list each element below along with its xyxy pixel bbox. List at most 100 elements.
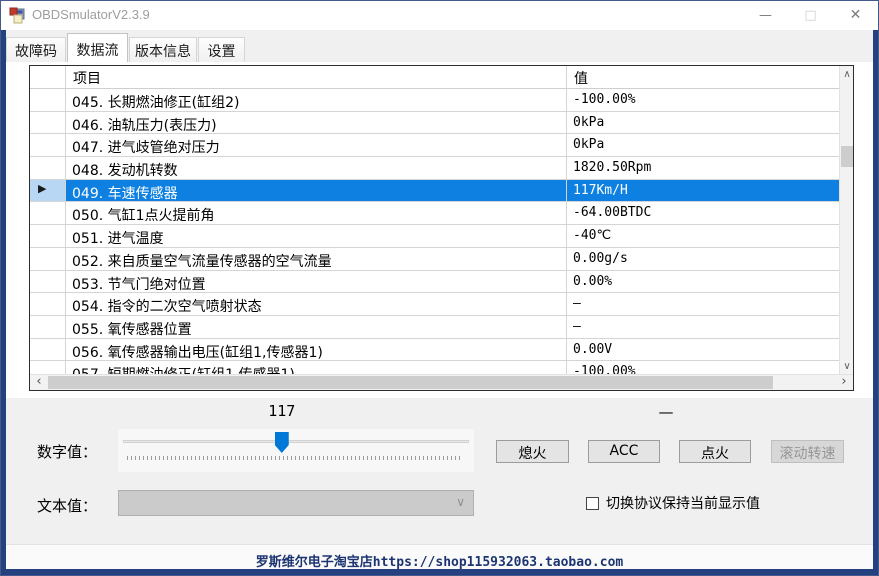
value-cell[interactable]: 1820.50Rpm <box>567 157 839 180</box>
tab-data-stream[interactable]: 数据流 <box>67 33 128 62</box>
title-bar: OBDSmulatorV2.3.9 — □ ✕ <box>1 1 878 30</box>
grid-header-item[interactable]: 项目 <box>66 66 567 89</box>
acc-button[interactable]: ACC <box>588 440 660 463</box>
slider-thumb[interactable] <box>275 432 289 453</box>
text-value-label: 文本值： <box>37 495 97 516</box>
text-value-combobox[interactable]: ∨ <box>118 490 474 516</box>
grid-header: 项目 值 <box>30 66 839 89</box>
maximize-button[interactable]: □ <box>788 1 833 30</box>
row-header[interactable]: ▶ <box>30 202 66 225</box>
item-cell[interactable]: 048. 发动机转数 <box>66 157 567 180</box>
value-cell[interactable]: 0kPa <box>567 112 839 135</box>
scroll-down-icon[interactable]: ∨ <box>840 359 854 374</box>
item-cell[interactable]: 054. 指令的二次空气喷射状态 <box>66 293 567 316</box>
slider-ticks <box>127 456 463 460</box>
item-cell[interactable]: 053. 节气门绝对位置 <box>66 271 567 294</box>
table-row[interactable]: ▶ 049. 车速传感器117Km/H <box>30 180 839 203</box>
rolling-rpm-button[interactable]: 滚动转速 <box>771 440 844 463</box>
scroll-left-icon[interactable]: ‹ <box>31 375 47 390</box>
keep-value-checkbox[interactable] <box>586 497 599 510</box>
grid-header-rowselector <box>30 66 66 89</box>
window-border-left <box>1 30 6 575</box>
value-cell[interactable]: -100.00% <box>567 361 839 375</box>
item-cell[interactable]: 055. 氧传感器位置 <box>66 316 567 339</box>
tab-fault-codes[interactable]: 故障码 <box>6 37 66 62</box>
value-cell[interactable]: -100.00% <box>567 89 839 112</box>
horizontal-scroll-thumb[interactable] <box>48 376 773 389</box>
row-header[interactable]: ▶ <box>30 361 66 375</box>
table-row[interactable]: ▶048. 发动机转数1820.50Rpm <box>30 157 839 180</box>
row-header[interactable]: ▶ <box>30 180 66 203</box>
ignition-button[interactable]: 点火 <box>679 440 751 463</box>
value-cell[interactable]: 117Km/H <box>567 180 839 203</box>
grid-header-value[interactable]: 值 <box>567 66 839 89</box>
table-row[interactable]: ▶051. 进气温度-40℃ <box>30 225 839 248</box>
row-header[interactable]: ▶ <box>30 316 66 339</box>
table-row[interactable]: ▶047. 进气歧管绝对压力0kPa <box>30 134 839 157</box>
table-row[interactable]: ▶050. 气缸1点火提前角-64.00BTDC <box>30 202 839 225</box>
keep-value-option: 切换协议保持当前显示值 <box>586 493 760 513</box>
data-stream-grid: 项目 值 ▶045. 长期燃油修正(缸组2)-100.00%▶046. 油轨压力… <box>29 65 854 391</box>
item-cell[interactable]: 051. 进气温度 <box>66 225 567 248</box>
taobao-shop-link[interactable]: 罗斯维尔电子淘宝店https://shop115932063.taobao.co… <box>256 551 623 570</box>
row-header[interactable]: ▶ <box>30 89 66 112</box>
item-cell[interactable]: 057. 短期燃油修正(缸组1,传感器1) <box>66 361 567 375</box>
value-cell[interactable]: -64.00BTDC <box>567 202 839 225</box>
numeric-value-slider[interactable] <box>118 429 474 472</box>
current-row-arrow-icon: ▶ <box>38 182 46 195</box>
item-cell[interactable]: 052. 来自质量空气流量传感器的空气流量 <box>66 248 567 271</box>
table-row[interactable]: ▶052. 来自质量空气流量传感器的空气流量0.00g/s <box>30 248 839 271</box>
window-border-right <box>873 30 878 575</box>
row-header[interactable]: ▶ <box>30 157 66 180</box>
tab-version-info[interactable]: 版本信息 <box>129 37 197 62</box>
table-row[interactable]: ▶056. 氧传感器输出电压(缸组1,传感器1)0.00V <box>30 339 839 362</box>
chevron-down-icon: ∨ <box>456 495 465 509</box>
row-header[interactable]: ▶ <box>30 134 66 157</box>
vertical-scroll-thumb[interactable] <box>841 146 853 167</box>
row-header[interactable]: ▶ <box>30 339 66 362</box>
scroll-right-icon[interactable]: › <box>836 375 852 390</box>
value-cell[interactable]: -40℃ <box>567 225 839 248</box>
slider-track[interactable] <box>123 440 469 443</box>
horizontal-scrollbar[interactable]: ‹ › <box>30 374 853 390</box>
row-header[interactable]: ▶ <box>30 293 66 316</box>
engine-off-button[interactable]: 熄火 <box>496 440 569 463</box>
keep-value-checkbox-label[interactable]: 切换协议保持当前显示值 <box>606 493 760 513</box>
vertical-scrollbar[interactable]: ∧ ∨ <box>839 66 853 375</box>
row-header[interactable]: ▶ <box>30 225 66 248</box>
scroll-up-icon[interactable]: ∧ <box>840 67 854 82</box>
table-row[interactable]: ▶046. 油轨压力(表压力)0kPa <box>30 112 839 135</box>
app-window: OBDSmulatorV2.3.9 — □ ✕ 故障码 数据流 版本信息 设置 … <box>0 0 879 576</box>
value-cell[interactable]: — <box>567 316 839 339</box>
table-row[interactable]: ▶055. 氧传感器位置— <box>30 316 839 339</box>
tab-strip: 故障码 数据流 版本信息 设置 <box>1 30 878 62</box>
value-cell[interactable]: — <box>567 293 839 316</box>
table-row[interactable]: ▶057. 短期燃油修正(缸组1,传感器1)-100.00% <box>30 361 839 375</box>
item-cell[interactable]: 050. 气缸1点火提前角 <box>66 202 567 225</box>
value-cell[interactable]: 0kPa <box>567 134 839 157</box>
text-value-display: — <box>631 403 701 421</box>
item-cell[interactable]: 056. 氧传感器输出电压(缸组1,传感器1) <box>66 339 567 362</box>
numeric-value-label: 数字值： <box>37 441 97 462</box>
minimize-button[interactable]: — <box>743 1 788 30</box>
row-header[interactable]: ▶ <box>30 112 66 135</box>
window-border-bottom <box>1 569 878 575</box>
item-cell[interactable]: 047. 进气歧管绝对压力 <box>66 134 567 157</box>
table-row[interactable]: ▶045. 长期燃油修正(缸组2)-100.00% <box>30 89 839 112</box>
tab-settings[interactable]: 设置 <box>198 37 245 62</box>
value-cell[interactable]: 0.00% <box>567 271 839 294</box>
close-button[interactable]: ✕ <box>833 1 878 30</box>
item-cell[interactable]: 049. 车速传感器 <box>66 180 567 203</box>
item-cell[interactable]: 045. 长期燃油修正(缸组2) <box>66 89 567 112</box>
item-cell[interactable]: 046. 油轨压力(表压力) <box>66 112 567 135</box>
table-row[interactable]: ▶053. 节气门绝对位置0.00% <box>30 271 839 294</box>
window-title: OBDSmulatorV2.3.9 <box>32 7 150 22</box>
table-row[interactable]: ▶054. 指令的二次空气喷射状态— <box>30 293 839 316</box>
app-icon <box>9 7 26 24</box>
row-header[interactable]: ▶ <box>30 248 66 271</box>
value-cell[interactable]: 0.00V <box>567 339 839 362</box>
row-header[interactable]: ▶ <box>30 271 66 294</box>
footer: 罗斯维尔电子淘宝店https://shop115932063.taobao.co… <box>6 544 873 571</box>
value-cell[interactable]: 0.00g/s <box>567 248 839 271</box>
grid-body: ▶045. 长期燃油修正(缸组2)-100.00%▶046. 油轨压力(表压力)… <box>30 89 839 375</box>
